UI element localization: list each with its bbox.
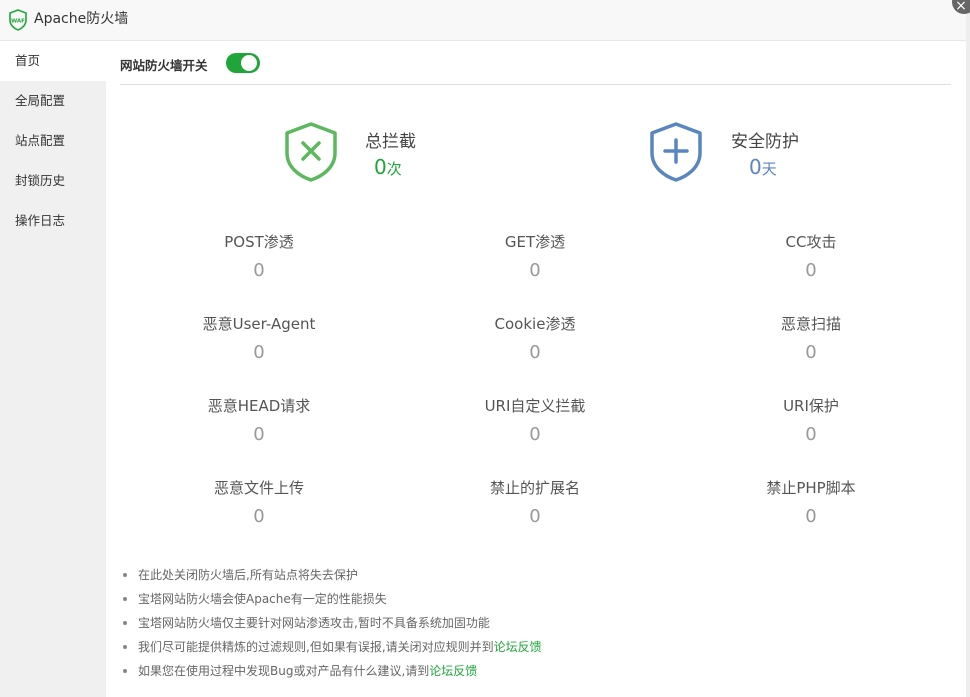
sidebar: 首页 全局配置 站点配置 封锁历史 操作日志	[0, 41, 106, 697]
shield-x-icon	[285, 122, 337, 182]
stat-get-value: 0	[529, 260, 541, 281]
stat-uri-custom-value: 0	[529, 424, 541, 445]
safe-days-label: 安全防护	[731, 132, 799, 152]
stat-scan-label: 恶意扫描	[780, 315, 841, 333]
stat-post-value: 0	[253, 260, 265, 281]
stat-uri-protect-value: 0	[805, 424, 817, 445]
stat-cc-label: CC攻击	[785, 233, 837, 251]
sidebar-item-home[interactable]: 首页	[0, 41, 106, 81]
forum-feedback-link[interactable]: 论坛反馈	[494, 640, 542, 654]
stat-upload-value: 0	[253, 506, 265, 527]
forum-feedback-link[interactable]: 论坛反馈	[429, 664, 477, 678]
sidebar-item-global-config[interactable]: 全局配置	[0, 81, 106, 121]
stat-cookie-label: Cookie渗透	[494, 315, 576, 333]
stat-head-value: 0	[253, 424, 265, 445]
stat-get-label: GET渗透	[504, 233, 566, 251]
stat-cc-value: 0	[805, 260, 817, 281]
list-item: 宝塔网站防火墙仅主要针对网站渗透攻击,暂时不具备系统加固功能	[120, 611, 542, 635]
stat-php-label: 禁止PHP脚本	[766, 479, 856, 497]
list-item: 宝塔网站防火墙会使Apache有一定的性能损失	[120, 587, 542, 611]
firewall-toggle[interactable]	[226, 53, 260, 73]
sidebar-item-block-history[interactable]: 封锁历史	[0, 161, 106, 201]
notes-list: 在此处关闭防火墙后,所有站点将失去保护 宝塔网站防火墙会使Apache有一定的性…	[120, 563, 542, 683]
stat-ua-label: 恶意User-Agent	[202, 315, 316, 333]
window-title: Apache防火墙	[34, 11, 129, 27]
list-item: 我们尽可能提供精炼的过滤规则,但如果有误报,请关闭对应规则并到论坛反馈	[120, 635, 542, 659]
stat-uri-protect-label: URI保护	[783, 397, 839, 415]
shield-plus-icon	[650, 122, 702, 182]
stat-upload-label: 恶意文件上传	[213, 479, 304, 497]
title-bar: WAF Apache防火墙	[0, 0, 966, 41]
stat-ext-value: 0	[529, 506, 541, 527]
background-window-edge	[966, 0, 970, 697]
list-item: 如果您在使用过程中发现Bug或对产品有什么建议,请到论坛反馈	[120, 659, 542, 683]
list-item: 在此处关闭防火墙后,所有站点将失去保护	[120, 563, 542, 587]
total-block-label: 总拦截	[365, 132, 416, 152]
stat-post-label: POST渗透	[224, 233, 294, 251]
safe-days-value: 0天	[749, 155, 777, 179]
sidebar-item-site-config[interactable]: 站点配置	[0, 121, 106, 161]
stat-ext-label: 禁止的扩展名	[489, 479, 580, 497]
stat-head-label: 恶意HEAD请求	[207, 397, 311, 415]
stat-ua-value: 0	[253, 342, 265, 363]
waf-dialog: WAF Apache防火墙 首页 全局配置 站点配置 封锁历史 操作日志 网站防…	[0, 0, 966, 697]
close-button[interactable]: ×	[952, 0, 970, 14]
svg-text:WAF: WAF	[11, 19, 25, 25]
toggle-knob	[241, 55, 257, 71]
stat-php-value: 0	[805, 506, 817, 527]
stat-cookie-value: 0	[529, 342, 541, 363]
stat-uri-custom-label: URI自定义拦截	[484, 397, 586, 415]
close-icon: ×	[955, 0, 967, 14]
firewall-switch-label: 网站防火墙开关	[120, 58, 208, 73]
stat-scan-value: 0	[805, 342, 817, 363]
sidebar-item-operation-log[interactable]: 操作日志	[0, 201, 106, 241]
total-block-value: 0次	[374, 155, 402, 179]
waf-logo-icon: WAF	[9, 9, 27, 31]
divider	[120, 84, 951, 85]
